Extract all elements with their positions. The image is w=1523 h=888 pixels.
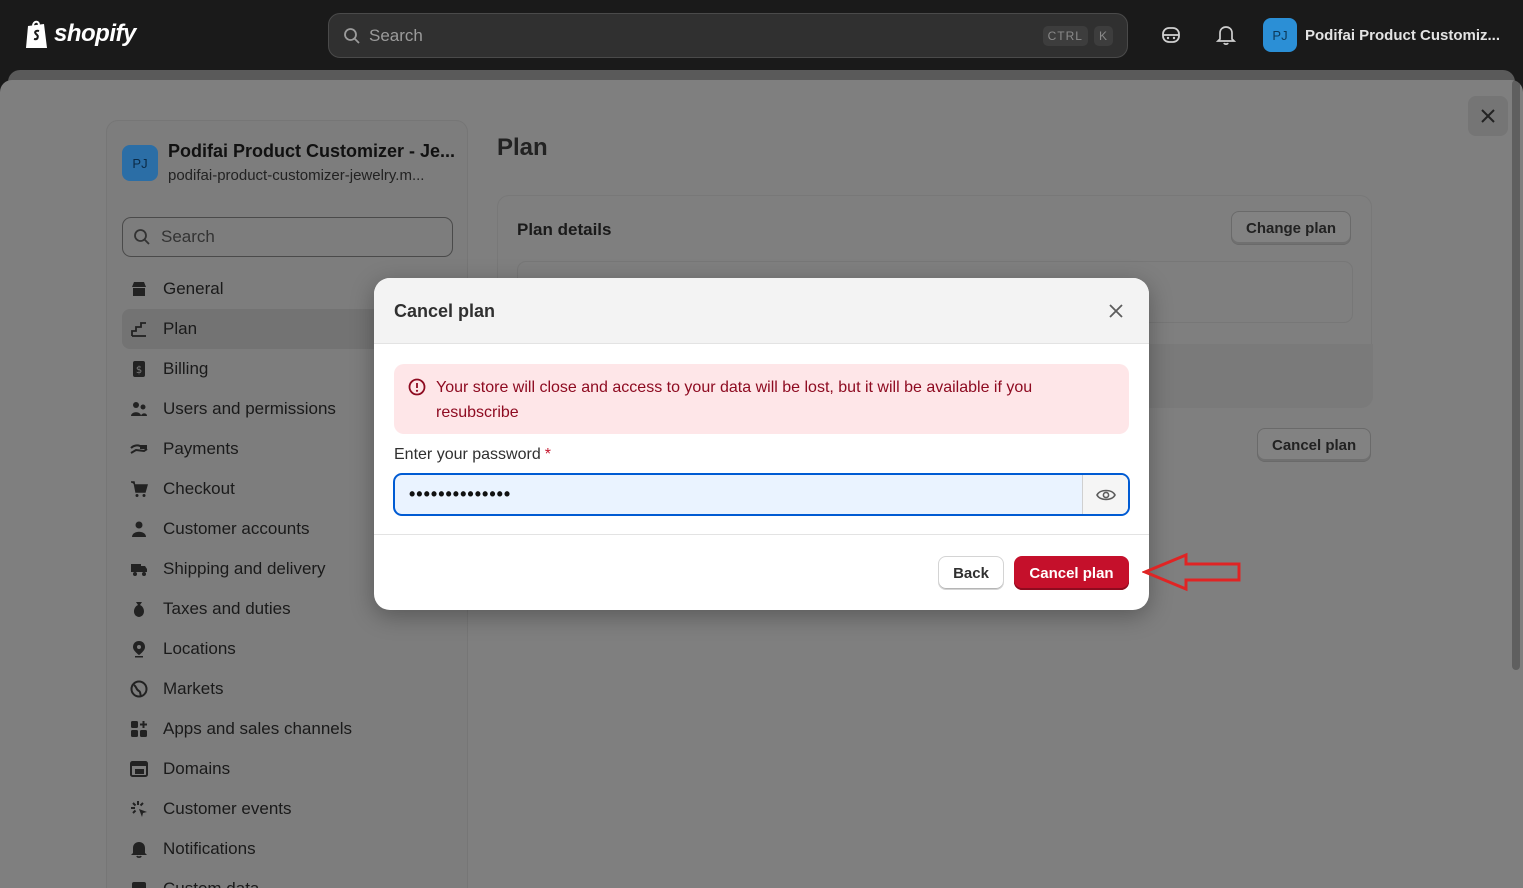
- search-icon: [134, 229, 150, 245]
- nav-label: Customer accounts: [163, 519, 310, 538]
- globe-icon: [130, 680, 148, 698]
- data-icon: [130, 880, 148, 888]
- close-icon: [1481, 109, 1495, 123]
- search-placeholder: Search: [161, 227, 215, 246]
- domains-icon: [130, 760, 148, 778]
- confirm-cancel-plan-button[interactable]: Cancel plan: [1014, 556, 1129, 590]
- banner-text: Your store will close and access to your…: [436, 379, 1033, 421]
- nav-label: Notifications: [163, 839, 256, 858]
- nav-label: Markets: [163, 679, 224, 698]
- nav-label: Billing: [163, 359, 209, 378]
- store-title: Podifai Product Customizer - Je...: [168, 141, 456, 161]
- bell-icon[interactable]: [1213, 22, 1239, 48]
- nav-item-custom-data[interactable]: Custom data: [122, 869, 453, 888]
- nav-label: Shipping and delivery: [163, 559, 326, 578]
- plan-details-heading: Plan details: [517, 220, 612, 239]
- payments-icon: [130, 440, 148, 458]
- tax-icon: [130, 600, 148, 618]
- store-header: PJ Podifai Product Customizer - Je... po…: [122, 141, 455, 184]
- sidekick-icon[interactable]: [1158, 22, 1184, 48]
- cancel-plan-page-button[interactable]: Cancel plan: [1257, 428, 1372, 462]
- nav-label: Custom data: [163, 879, 259, 888]
- nav-label: Checkout: [163, 479, 235, 498]
- nav-item-domains[interactable]: Domains: [122, 749, 453, 789]
- search-icon: [344, 27, 360, 44]
- required-marker: *: [544, 446, 551, 463]
- nav-item-apps[interactable]: Apps and sales channels: [122, 709, 453, 749]
- show-password-button[interactable]: [1082, 475, 1128, 514]
- close-settings-button[interactable]: [1468, 96, 1508, 136]
- password-label: Enter your password *: [394, 446, 551, 464]
- eye-icon: [1095, 489, 1116, 500]
- store-avatar: PJ: [1263, 18, 1297, 52]
- close-icon: [1109, 304, 1123, 318]
- nav-label: Locations: [163, 639, 236, 658]
- nav-item-notifications[interactable]: Notifications: [122, 829, 453, 869]
- back-button[interactable]: Back: [938, 556, 1004, 590]
- apps-icon: [130, 720, 148, 738]
- bell-icon: [130, 840, 148, 858]
- top-bar: shopify Search CTRL K PJ Podifai Product…: [0, 0, 1523, 70]
- nav-label: Customer events: [163, 799, 292, 818]
- page-title: Plan: [497, 134, 548, 161]
- nav-label: Users and permissions: [163, 399, 336, 418]
- nav-item-locations[interactable]: Locations: [122, 629, 453, 669]
- alert-circle-icon: [408, 378, 426, 396]
- shortcut-k: K: [1093, 25, 1113, 46]
- critical-banner: Your store will close and access to your…: [394, 364, 1129, 434]
- logo-text: shopify: [54, 20, 136, 47]
- cart-icon: [130, 480, 148, 498]
- truck-icon: [130, 560, 148, 578]
- nav-label: General: [163, 279, 224, 298]
- annotation-arrow-icon: [1142, 552, 1241, 592]
- shopify-logo[interactable]: shopify: [24, 18, 136, 50]
- store-url: podifai-product-customizer-jewelry.m...: [168, 167, 425, 184]
- nav-item-customer-events[interactable]: Customer events: [122, 789, 453, 829]
- store-icon: [130, 280, 148, 298]
- nav-label: Plan: [163, 319, 198, 338]
- dialog-footer: Back Cancel plan: [374, 534, 1149, 610]
- nav-label: Apps and sales channels: [163, 719, 353, 738]
- events-icon: [130, 800, 148, 818]
- settings-search-input[interactable]: Search: [122, 217, 453, 257]
- global-search[interactable]: Search CTRL K: [328, 13, 1128, 58]
- password-field[interactable]: ••••••••••••••: [393, 473, 1130, 516]
- nav-label: Payments: [163, 439, 239, 458]
- dialog-title: Cancel plan: [394, 301, 496, 321]
- shortcut-ctrl: CTRL: [1042, 25, 1088, 46]
- svg-text:$: $: [136, 365, 142, 376]
- nav-label: Domains: [163, 759, 231, 778]
- password-input[interactable]: ••••••••••••••: [395, 475, 1082, 514]
- users-icon: [130, 400, 148, 418]
- scrollbar[interactable]: [1512, 80, 1520, 670]
- search-placeholder: Search: [369, 25, 423, 45]
- dialog-close-button[interactable]: [1105, 300, 1127, 322]
- plan-icon: [130, 320, 148, 338]
- store-menu[interactable]: PJ Podifai Product Customiz...: [1263, 18, 1500, 52]
- shopify-bag-icon: [26, 20, 47, 48]
- location-icon: [130, 640, 148, 658]
- store-avatar: PJ: [122, 145, 158, 181]
- dialog-header: Cancel plan: [374, 278, 1149, 344]
- billing-icon: $: [130, 360, 148, 378]
- cancel-plan-dialog: Cancel plan Your store will close and ac…: [374, 278, 1149, 610]
- store-name: Podifai Product Customiz...: [1305, 26, 1501, 44]
- nav-item-markets[interactable]: Markets: [122, 669, 453, 709]
- person-icon: [130, 520, 148, 538]
- nav-label: Taxes and duties: [163, 599, 291, 618]
- change-plan-button[interactable]: Change plan: [1231, 211, 1352, 245]
- password-label-text: Enter your password: [394, 446, 541, 463]
